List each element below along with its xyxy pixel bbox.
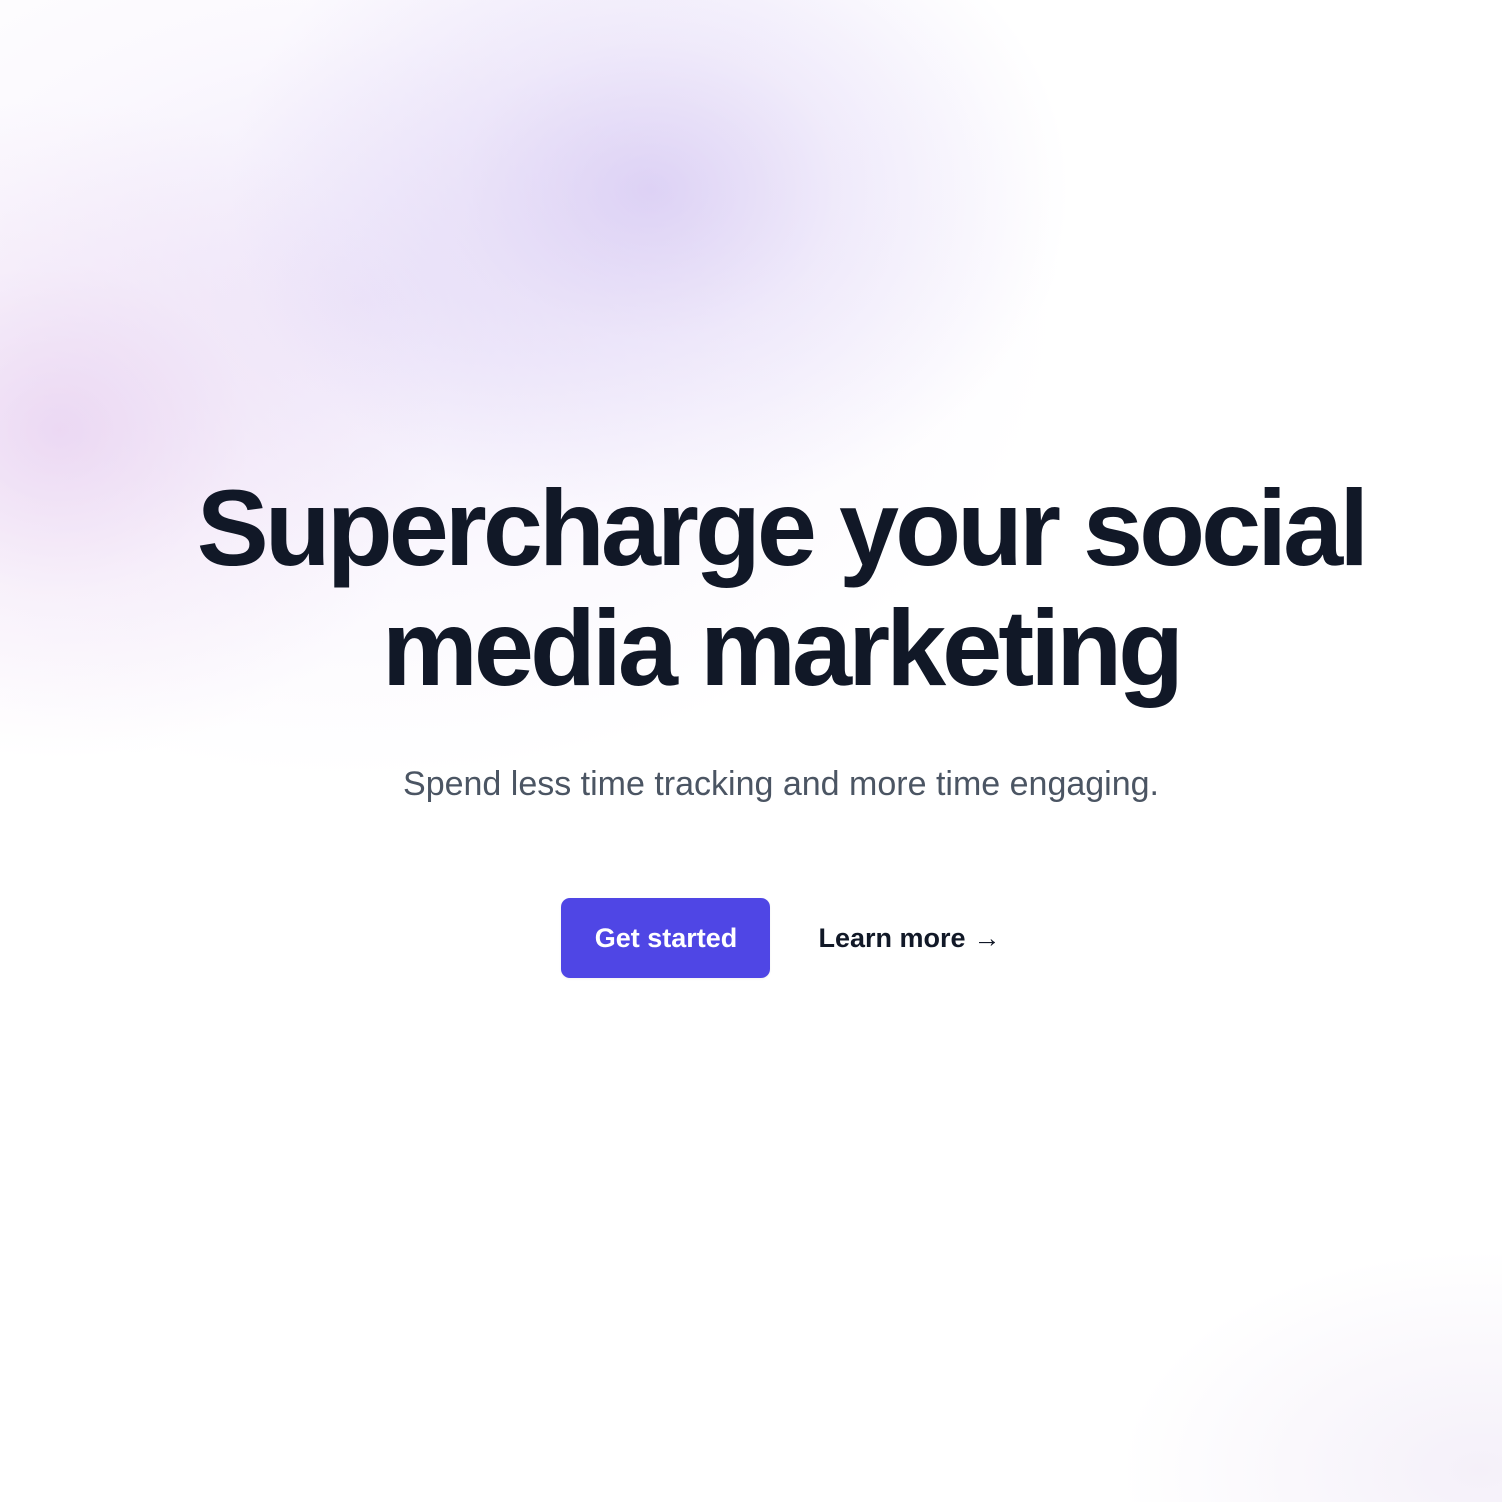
get-started-button[interactable]: Get started <box>561 898 771 978</box>
hero-subtitle: Spend less time tracking and more time e… <box>403 765 1159 803</box>
arrow-right-icon: → <box>973 922 1001 953</box>
hero-actions: Get started Learn more → <box>501 898 1001 978</box>
hero-section: Supercharge your social media marketing … <box>0 468 1502 978</box>
hero-headline: Supercharge your social media marketing <box>21 468 1481 708</box>
headline-line-2: media marketing <box>381 587 1184 708</box>
learn-more-label: Learn more <box>818 922 966 953</box>
headline-line-1: Supercharge your social <box>196 467 1369 588</box>
learn-more-link[interactable]: Learn more → <box>818 923 1000 954</box>
